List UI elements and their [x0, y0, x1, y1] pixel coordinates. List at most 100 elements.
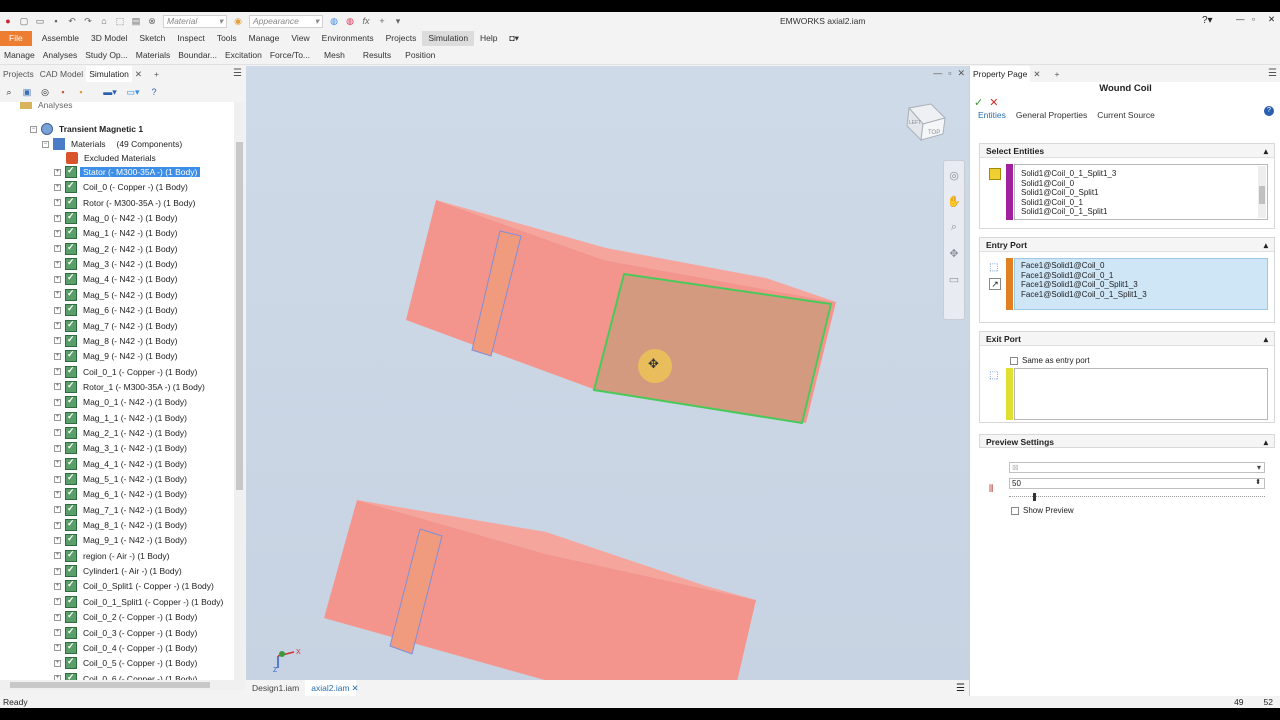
expand-icon[interactable]: +: [54, 629, 61, 636]
expand-icon[interactable]: +: [54, 567, 61, 575]
expand-icon[interactable]: +: [54, 613, 61, 621]
expand-icon[interactable]: +: [54, 337, 61, 345]
expand-icon[interactable]: +: [54, 429, 61, 437]
close-doc-tab-icon[interactable]: ✕: [352, 683, 359, 694]
ribbon-options-icon[interactable]: ◘▾: [504, 31, 525, 46]
preview-density-slider[interactable]: [1009, 493, 1265, 501]
ribbon-excitation[interactable]: Excitation: [221, 50, 266, 60]
expand-icon[interactable]: +: [54, 383, 61, 391]
list-item[interactable]: Solid1@Coil_0_1_Split1_3: [1015, 169, 1267, 179]
tree-item[interactable]: + Mag_6_1 (- N42 -) (1 Body): [54, 487, 190, 501]
tree-item[interactable]: + Coil_0 (- Copper -) (1 Body): [54, 180, 191, 194]
view-options-icon[interactable]: ▬▾: [103, 86, 117, 98]
section-header[interactable]: Entry Port ▴: [980, 238, 1274, 252]
property-menu-icon[interactable]: ☰: [1265, 66, 1280, 82]
menu-sketch[interactable]: Sketch: [133, 31, 171, 46]
tree-item[interactable]: + Stator (- M300-35A -) (1 Body): [54, 165, 201, 179]
tree-item[interactable]: + Mag_9_1 (- N42 -) (1 Body): [54, 533, 190, 547]
ribbon-mesh[interactable]: Mesh: [314, 50, 359, 60]
tree-item[interactable]: + Mag_3_1 (- N42 -) (1 Body): [54, 441, 190, 455]
home-icon[interactable]: ⌂: [98, 15, 110, 27]
material-combo[interactable]: Material ▾: [163, 14, 227, 28]
collapse-icon[interactable]: −: [30, 125, 37, 133]
tab-simulation[interactable]: Simulation: [86, 66, 132, 82]
tree-item[interactable]: + Mag_4 (- N42 -) (1 Body): [54, 272, 180, 286]
entry-port-list[interactable]: Face1@Solid1@Coil_0 Face1@Solid1@Coil_0_…: [1014, 258, 1268, 310]
zoom-icon[interactable]: ⌕: [947, 221, 961, 235]
solid-selector-icon[interactable]: [989, 168, 1001, 180]
expand-icon[interactable]: +: [54, 229, 61, 237]
tree-item[interactable]: + Rotor (- M300-35A -) (1 Body): [54, 196, 198, 210]
tree-hscroll-thumb[interactable]: [10, 682, 210, 688]
expand-icon[interactable]: +: [54, 306, 61, 314]
collapse-icon[interactable]: −: [42, 140, 49, 148]
view-cube[interactable]: TOP LEFT: [901, 102, 947, 142]
doc-tab-axial2[interactable]: axial2.iam: [305, 680, 356, 696]
tree-item[interactable]: + Mag_1_1 (- N42 -) (1 Body): [54, 411, 190, 425]
ribbon-boundary[interactable]: Boundar...: [174, 50, 221, 60]
list-item[interactable]: Face1@Solid1@Coil_0_Split1_3: [1015, 280, 1267, 290]
tree-item[interactable]: + Mag_6 (- N42 -) (1 Body): [54, 303, 180, 317]
subtab-general-properties[interactable]: General Properties: [1011, 108, 1092, 122]
ribbon-analyses[interactable]: Analyses: [39, 50, 82, 60]
property-help-icon[interactable]: ?: [1264, 106, 1274, 116]
search-icon[interactable]: ⌕: [3, 86, 15, 98]
plus-icon[interactable]: +: [376, 15, 388, 27]
tree-item[interactable]: + Mag_1 (- N42 -) (1 Body): [54, 226, 180, 240]
tab-projects[interactable]: Projects: [0, 66, 37, 82]
expand-icon[interactable]: +: [54, 644, 61, 652]
section-header[interactable]: Exit Port ▴: [980, 332, 1274, 346]
tree-item[interactable]: + Coil_0_1_Split1 (- Copper -) (1 Body): [54, 595, 226, 609]
menu-3d-model[interactable]: 3D Model: [85, 31, 133, 46]
tree-item[interactable]: + Coil_0_Split1 (- Copper -) (1 Body): [54, 579, 217, 593]
list-item[interactable]: Face1@Solid1@Coil_0: [1015, 261, 1267, 271]
help-circle-icon[interactable]: ?: [148, 86, 160, 98]
collapse-caret-icon[interactable]: ▴: [1264, 332, 1268, 345]
pan-icon[interactable]: ✋: [947, 195, 961, 209]
menu-file[interactable]: File: [0, 31, 32, 46]
tree-item[interactable]: + Mag_8_1 (- N42 -) (1 Body): [54, 518, 190, 532]
expand-icon[interactable]: +: [54, 475, 61, 483]
list-item[interactable]: Solid1@Coil_0_Split1: [1015, 188, 1267, 198]
menu-view[interactable]: View: [285, 31, 315, 46]
add-tab-icon[interactable]: +: [151, 66, 162, 82]
show-preview-checkbox[interactable]: Show Preview: [1011, 506, 1074, 515]
tree-item[interactable]: + Mag_5_1 (- N42 -) (1 Body): [54, 472, 190, 486]
tree-item[interactable]: + Mag_2_1 (- N42 -) (1 Body): [54, 426, 190, 440]
tree-item[interactable]: + Mag_8 (- N42 -) (1 Body): [54, 334, 180, 348]
tree-item[interactable]: + Cylinder1 (- Air -) (1 Body): [54, 564, 185, 578]
subtab-current-source[interactable]: Current Source: [1092, 108, 1160, 122]
part-icon[interactable]: ▪: [57, 86, 69, 98]
comment-icon[interactable]: ▭▾: [126, 86, 139, 98]
expand-icon[interactable]: +: [54, 444, 61, 452]
expand-icon[interactable]: +: [54, 582, 61, 590]
redo-icon[interactable]: ↷: [82, 15, 94, 27]
expand-icon[interactable]: +: [54, 322, 61, 329]
expand-icon[interactable]: +: [54, 414, 61, 422]
expand-icon[interactable]: +: [54, 275, 61, 283]
list-item[interactable]: Face1@Solid1@Coil_0_1: [1015, 271, 1267, 281]
expand-icon[interactable]: +: [54, 552, 61, 560]
collapse-caret-icon[interactable]: ▴: [1264, 435, 1268, 447]
hamburger-menu-icon[interactable]: ☰: [230, 66, 245, 82]
steering-wheel-icon[interactable]: ◎: [947, 169, 961, 183]
list-item[interactable]: Solid1@Coil_0: [1015, 179, 1267, 189]
cross-icon[interactable]: ⊗: [146, 15, 158, 27]
menu-assemble[interactable]: Assemble: [36, 31, 85, 46]
lower-coil-body[interactable]: [324, 500, 756, 680]
ribbon-manage[interactable]: Manage: [0, 50, 39, 60]
exit-port-list[interactable]: [1014, 368, 1268, 420]
app-logo-icon[interactable]: ●: [2, 15, 14, 27]
undo-icon[interactable]: ↶: [66, 15, 78, 27]
tree-item[interactable]: + Mag_3 (- N42 -) (1 Body): [54, 257, 180, 271]
tab-cad-model[interactable]: CAD Model: [37, 66, 86, 82]
menu-simulation[interactable]: Simulation: [422, 31, 475, 46]
expand-icon[interactable]: +: [54, 214, 61, 222]
tree-item[interactable]: + Mag_0 (- N42 -) (1 Body): [54, 211, 180, 225]
subtab-entities[interactable]: Entities: [973, 108, 1011, 122]
function-icon[interactable]: fx: [360, 15, 372, 27]
tree-item[interactable]: + Mag_0_1 (- N42 -) (1 Body): [54, 395, 190, 409]
expand-icon[interactable]: +: [54, 352, 61, 360]
ribbon-materials[interactable]: Materials: [132, 50, 174, 60]
ribbon-results[interactable]: Results: [359, 50, 401, 60]
